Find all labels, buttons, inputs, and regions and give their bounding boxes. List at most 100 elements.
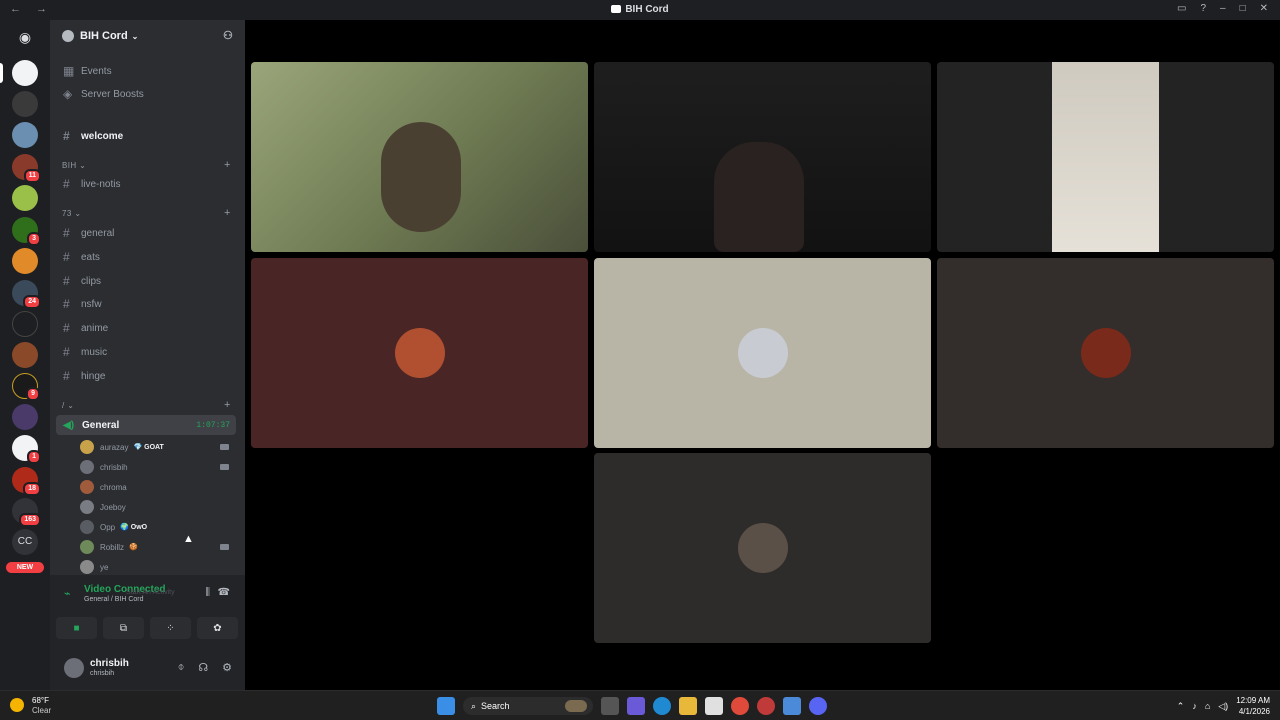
file-explorer-icon[interactable] xyxy=(679,697,697,715)
app-icon[interactable] xyxy=(757,697,775,715)
chevron-up-icon[interactable]: ⌃ xyxy=(1177,701,1185,712)
avatar-tile[interactable] xyxy=(594,258,931,448)
hash-icon: # xyxy=(63,177,70,191)
channel-nsfw[interactable]: # nsfw xyxy=(56,294,236,314)
voice-member[interactable]: chrisbih xyxy=(80,458,235,476)
category-bih[interactable]: BIH ⌄ xyxy=(62,161,86,170)
video-tile[interactable] xyxy=(594,62,931,252)
hash-icon: # xyxy=(63,226,70,240)
server-icon[interactable]: 1 xyxy=(12,435,41,464)
server-bih-cord[interactable] xyxy=(0,60,38,86)
channel-hinge[interactable]: # hinge xyxy=(56,366,236,386)
camera-button[interactable]: ■ xyxy=(56,617,97,639)
category-73[interactable]: 73 ⌄ xyxy=(62,209,81,218)
network-icon[interactable]: ⌂ xyxy=(1205,701,1210,711)
clock[interactable]: 12:09 AM 4/1/2026 xyxy=(1236,695,1270,717)
task-view-icon[interactable] xyxy=(601,697,619,715)
server-icon[interactable] xyxy=(12,248,38,274)
avatar-tile[interactable] xyxy=(251,258,588,448)
new-badge: NEW xyxy=(6,562,44,573)
server-icon[interactable] xyxy=(12,122,38,148)
server-icon[interactable]: 24 xyxy=(12,280,41,309)
close-icon[interactable]: ✕ xyxy=(1260,3,1268,14)
voice-member-name: Robillz xyxy=(100,542,125,552)
volume-icon[interactable]: ◁) xyxy=(1218,701,1228,712)
activities-button[interactable]: ⁘ xyxy=(150,617,191,639)
microphone-tray-icon[interactable]: ♪ xyxy=(1192,701,1197,711)
server-icon[interactable]: 163 xyxy=(12,498,41,527)
minimize-icon[interactable]: – xyxy=(1220,3,1226,14)
channel-anime[interactable]: # anime xyxy=(56,318,236,338)
video-feed-portrait xyxy=(1052,62,1159,252)
category-voice[interactable]: / ⌄ xyxy=(62,401,74,410)
channel-welcome[interactable]: # welcome xyxy=(56,126,236,146)
store-icon[interactable] xyxy=(705,697,723,715)
screenshare-button[interactable]: ⧉ xyxy=(103,617,144,639)
notepad-icon[interactable] xyxy=(783,697,801,715)
chrome-icon[interactable] xyxy=(731,697,749,715)
server-icon[interactable] xyxy=(12,404,38,430)
search-box[interactable]: ⌕ Search xyxy=(463,697,593,715)
title-bar: ← → BIH Cord ▭ ? – □ ✕ xyxy=(0,0,1280,20)
disconnect-icon[interactable]: ☎ xyxy=(218,587,230,598)
hash-icon: # xyxy=(63,129,70,143)
server-icon[interactable] xyxy=(12,311,38,337)
voice-member[interactable]: aurazay 💎 GOAT xyxy=(80,438,235,456)
avatar xyxy=(737,523,788,573)
maximize-icon[interactable]: □ xyxy=(1240,3,1246,14)
discord-home-icon[interactable]: ◉ xyxy=(12,24,38,50)
voice-member[interactable]: Joeboy xyxy=(80,498,235,516)
voice-member[interactable]: chroma xyxy=(80,478,235,496)
soundboard-button[interactable]: ✿ xyxy=(197,617,238,639)
discord-taskbar-icon[interactable] xyxy=(809,697,827,715)
voice-status: ⌁ Video Connected General / BIH Cord Sta… xyxy=(56,581,238,611)
voice-member[interactable]: Opp 🌍 OwO xyxy=(80,518,235,536)
settings-gear-icon[interactable]: ⚙ xyxy=(222,661,232,674)
channel-clips[interactable]: # clips xyxy=(56,271,236,291)
user-area[interactable]: chrisbih chrisbih ⌽ ☊ ⚙ xyxy=(56,653,238,683)
server-icon[interactable] xyxy=(12,91,38,117)
server-icon[interactable]: 9 xyxy=(12,373,40,401)
voice-member-name: chrisbih xyxy=(100,462,128,472)
voice-member[interactable]: Robillz 🍪 xyxy=(80,538,235,556)
copilot-icon[interactable] xyxy=(627,697,645,715)
invite-user-icon[interactable]: ⚇ xyxy=(223,29,235,42)
add-channel-icon[interactable]: + xyxy=(224,207,230,219)
moon-weather-icon xyxy=(10,698,24,712)
category-label: BIH xyxy=(62,161,77,170)
windows-start-icon[interactable] xyxy=(437,697,455,715)
noise-suppression-icon[interactable]: ⫼ xyxy=(205,587,210,598)
voice-channel-general[interactable]: ◀) General 1:07:37 xyxy=(56,415,236,435)
sidebar-item-events[interactable]: ▦ Events xyxy=(56,61,236,81)
channel-eats[interactable]: # eats xyxy=(56,247,236,267)
server-icon[interactable]: 11 xyxy=(12,154,41,183)
channel-label: general xyxy=(81,227,115,239)
video-tile[interactable] xyxy=(937,62,1274,252)
channel-general[interactable]: # general xyxy=(56,223,236,243)
server-icon[interactable]: 18 xyxy=(12,467,41,496)
avatar[interactable] xyxy=(64,658,84,678)
headphones-icon[interactable]: ☊ xyxy=(198,661,208,674)
edge-icon[interactable] xyxy=(653,697,671,715)
server-icon[interactable] xyxy=(12,185,38,211)
avatar-tile[interactable] xyxy=(594,453,931,643)
inbox-icon[interactable]: ▭ xyxy=(1177,3,1186,14)
voice-member[interactable]: ye xyxy=(80,558,235,576)
signal-icon[interactable]: ⌁ xyxy=(64,587,76,600)
server-icon[interactable]: 3 xyxy=(12,217,41,246)
channel-label: clips xyxy=(81,275,102,287)
sidebar-item-server-boosts[interactable]: ◈ Server Boosts xyxy=(56,84,236,104)
channel-live-notis[interactable]: # live-notis xyxy=(56,174,236,194)
clock-date: 4/1/2026 xyxy=(1238,707,1270,716)
server-icon-cc[interactable]: CC xyxy=(12,529,38,555)
microphone-icon[interactable]: ⌽ xyxy=(178,661,185,674)
channel-label: anime xyxy=(81,322,109,334)
video-tile[interactable] xyxy=(251,62,588,252)
server-icon[interactable] xyxy=(12,342,38,368)
add-channel-icon[interactable]: + xyxy=(224,159,230,171)
channel-music[interactable]: # music xyxy=(56,342,236,362)
avatar-tile[interactable] xyxy=(937,258,1274,448)
server-header[interactable]: BIH Cord ⌄ ⚇ xyxy=(50,20,245,52)
add-channel-icon[interactable]: + xyxy=(224,399,230,411)
help-icon[interactable]: ? xyxy=(1200,3,1206,14)
